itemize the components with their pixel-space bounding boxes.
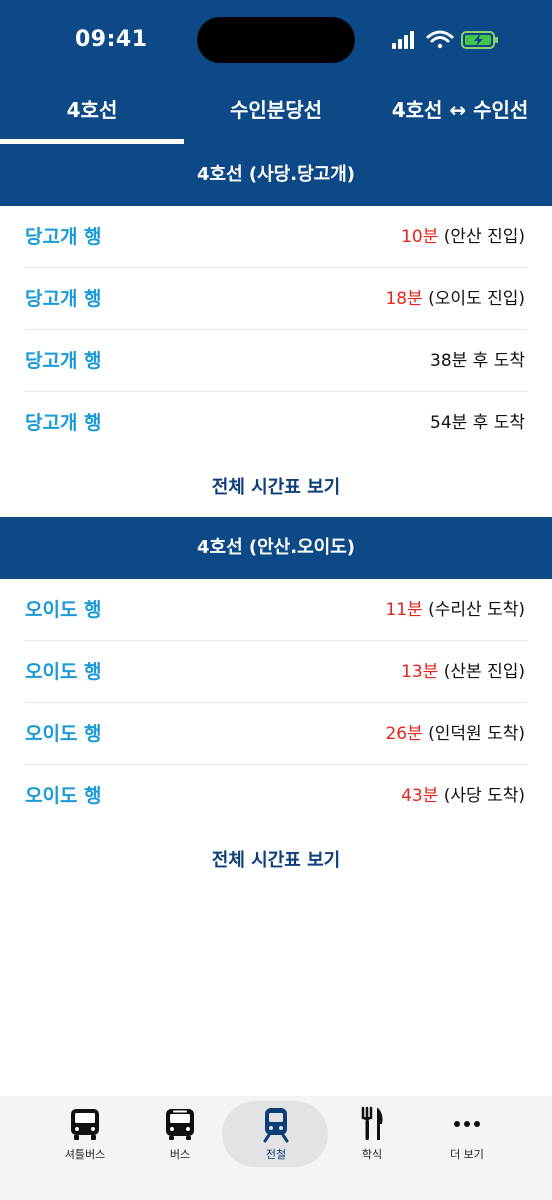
- status-bar: 09:41: [0, 0, 552, 80]
- arrival-note: 38분 후 도착: [430, 351, 525, 371]
- dynamic-island: [197, 17, 355, 63]
- table-row[interactable]: 당고개 행 18분 (오이도 진입): [0, 268, 552, 330]
- arrival-minutes: 10분: [401, 227, 439, 247]
- arrival-note: (인덕원 도착): [422, 724, 525, 744]
- arrival-minutes: 26분: [385, 724, 423, 744]
- arrival-note: (산본 진입): [438, 662, 525, 682]
- nav-subway[interactable]: 전철: [222, 1096, 328, 1176]
- nav-label: 더 보기: [450, 1148, 484, 1161]
- destination-label: 당고개 행: [25, 350, 102, 372]
- full-timetable-link[interactable]: 전체 시간표 보기: [0, 846, 552, 872]
- arrival-info: 18분 (오이도 진입): [385, 268, 525, 330]
- cellular-signal-icon: [392, 31, 414, 49]
- nav-label: 전철: [265, 1148, 287, 1161]
- arrival-note: (오이도 진입): [422, 289, 525, 309]
- arrival-note: (사당 도착): [438, 786, 525, 806]
- table-row[interactable]: 당고개 행 54분 후 도착: [0, 392, 552, 454]
- status-icons: [392, 30, 498, 49]
- tab-suin-bundang[interactable]: 수인분당선: [184, 80, 368, 144]
- arrival-info: 54분 후 도착: [430, 392, 525, 454]
- section-header-dangogae: 4호선 (사당.당고개): [0, 144, 552, 206]
- destination-label: 오이도 행: [25, 723, 102, 745]
- wifi-icon: [426, 30, 454, 49]
- arrival-info: 43분 (사당 도착): [401, 765, 525, 827]
- full-timetable-link[interactable]: 전체 시간표 보기: [0, 473, 552, 499]
- arrival-info: 10분 (안산 진입): [401, 206, 525, 268]
- arrival-note: (수리산 도착): [422, 600, 525, 620]
- tab-line4-suin[interactable]: 4호선 ↔ 수인선: [368, 80, 552, 144]
- destination-label: 당고개 행: [25, 226, 102, 248]
- header: 09:41 4호선 수인분당선 4호선 ↔ 수인선: [0, 0, 552, 144]
- nav-shuttle-bus[interactable]: 셔틀버스: [33, 1096, 137, 1176]
- arrival-minutes: 13분: [401, 662, 439, 682]
- nav-label: 셔틀버스: [64, 1148, 106, 1161]
- arrival-info: 13분 (산본 진입): [401, 641, 525, 703]
- destination-label: 오이도 행: [25, 661, 102, 683]
- nav-label: 학식: [361, 1148, 383, 1161]
- destination-label: 오이도 행: [25, 785, 102, 807]
- nav-cafeteria[interactable]: 학식: [320, 1096, 424, 1176]
- destination-label: 오이도 행: [25, 599, 102, 621]
- destination-label: 당고개 행: [25, 412, 102, 434]
- destination-label: 당고개 행: [25, 288, 102, 310]
- table-row[interactable]: 오이도 행 11분 (수리산 도착): [0, 579, 552, 641]
- line-tabs: 4호선 수인분당선 4호선 ↔ 수인선: [0, 80, 552, 144]
- bus-icon: [166, 1109, 194, 1140]
- table-row[interactable]: 당고개 행 10분 (안산 진입): [0, 206, 552, 268]
- arrival-info: 26분 (인덕원 도착): [385, 703, 525, 765]
- shuttle-bus-icon: [71, 1109, 99, 1140]
- table-row[interactable]: 오이도 행 26분 (인덕원 도착): [0, 703, 552, 765]
- subway-icon: [263, 1108, 289, 1143]
- arrival-note: 54분 후 도착: [430, 413, 525, 433]
- arrival-info: 38분 후 도착: [430, 330, 525, 392]
- arrival-minutes: 43분: [401, 786, 439, 806]
- arrival-minutes: 11분: [385, 600, 423, 620]
- more-dots-icon: [454, 1121, 480, 1127]
- section-header-oido: 4호선 (안산.오이도): [0, 517, 552, 579]
- arrival-note: (안산 진입): [438, 227, 525, 247]
- tab-line4[interactable]: 4호선: [0, 80, 184, 144]
- status-time: 09:41: [75, 27, 148, 52]
- arrival-info: 11분 (수리산 도착): [385, 579, 525, 641]
- bottom-nav: 셔틀버스 버스 전철 학식 더 보기: [0, 1096, 552, 1200]
- arrival-minutes: 18분: [385, 289, 423, 309]
- table-row[interactable]: 오이도 행 13분 (산본 진입): [0, 641, 552, 703]
- nav-more[interactable]: 더 보기: [415, 1096, 519, 1176]
- nav-label: 버스: [169, 1148, 191, 1161]
- fork-knife-icon: [361, 1106, 383, 1140]
- table-row[interactable]: 오이도 행 43분 (사당 도착): [0, 765, 552, 827]
- nav-bus[interactable]: 버스: [128, 1096, 232, 1176]
- table-row[interactable]: 당고개 행 38분 후 도착: [0, 330, 552, 392]
- battery-charging-icon: [461, 31, 498, 49]
